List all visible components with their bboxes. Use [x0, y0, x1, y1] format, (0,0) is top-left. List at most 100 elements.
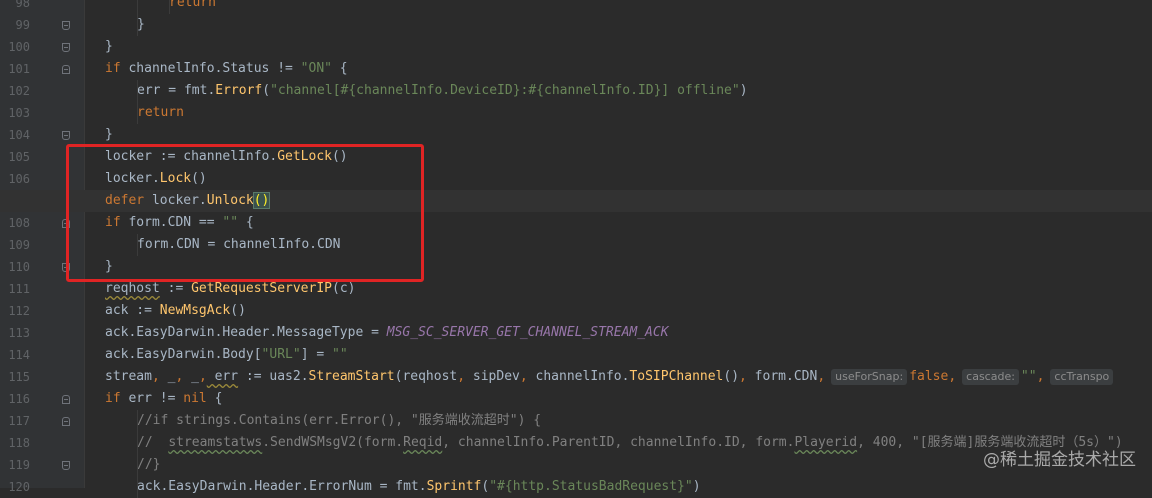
- indent-guide: [137, 102, 138, 124]
- code-token: ,: [151, 369, 160, 384]
- code-line-text: ack.EasyDarwin.Header.MessageType = MSG_…: [105, 322, 669, 344]
- code-token: false: [909, 369, 949, 384]
- code-token: {: [206, 391, 223, 406]
- code-token: ack.EasyDarwin.Body[: [105, 347, 262, 362]
- code-token: "#{http.StatusBadRequest}": [489, 479, 693, 494]
- code-line[interactable]: //}: [0, 454, 1152, 476]
- code-token: ,: [457, 369, 466, 384]
- code-token: "": [332, 347, 348, 362]
- code-line[interactable]: stream, _, _, err := uas2.StreamStart(re…: [0, 366, 1152, 388]
- code-token: (reqhost: [394, 369, 458, 384]
- code-token: :=: [159, 281, 192, 296]
- code-line[interactable]: }: [0, 36, 1152, 58]
- code-token: {: [331, 61, 348, 76]
- indent-guide: [137, 476, 138, 498]
- watermark: @稀土掘金技术社区: [983, 450, 1136, 470]
- code-line-text: ack.EasyDarwin.Body["URL"] = "": [105, 344, 348, 366]
- code-token: sipDev: [465, 369, 520, 384]
- code-token: NewMsgAck: [159, 303, 231, 318]
- indent-guide: [137, 80, 138, 102]
- code-line-text: err = fmt.Errorf("channel[#{channelInfo.…: [137, 80, 748, 102]
- code-line[interactable]: ack.EasyDarwin.Body["URL"] = "": [0, 344, 1152, 366]
- code-token: (: [262, 83, 271, 98]
- code-token: Playerid: [794, 435, 858, 450]
- code-line[interactable]: ack := NewMsgAck(): [0, 300, 1152, 322]
- code-token: err = fmt.: [137, 83, 216, 98]
- code-token: ): [692, 479, 701, 494]
- code-token: , channelInfo.ParentID, channelInfo.ID, …: [442, 435, 795, 450]
- code-token: MSG_SC_SERVER_GET_CHANNEL_STREAM_ACK: [386, 325, 669, 340]
- code-token: _: [159, 369, 176, 384]
- code-line-text: }: [105, 124, 113, 146]
- code-token: Errorf: [215, 83, 263, 98]
- code-token: if: [105, 391, 121, 406]
- code-line-text: stream, _, _, err := uas2.StreamStart(re…: [105, 366, 1115, 388]
- code-token: return: [137, 105, 184, 120]
- code-line[interactable]: return: [0, 102, 1152, 124]
- indent-guide: [137, 454, 138, 476]
- code-token: := uas2.: [238, 369, 309, 384]
- code-line-text: if channelInfo.Status != "ON" {: [105, 58, 348, 80]
- code-token: ,: [948, 369, 957, 384]
- code-token: Sprintf: [426, 479, 482, 494]
- indent-guide: [137, 432, 138, 454]
- code-line[interactable]: //if strings.Contains(err.Error(), "服务端收…: [0, 410, 1152, 432]
- code-token: ,: [1036, 369, 1045, 384]
- code-line[interactable]: if channelInfo.Status != "ON" {: [0, 58, 1152, 80]
- code-token: (): [230, 303, 246, 318]
- code-line-text: if err != nil {: [105, 388, 222, 410]
- code-token: ,: [739, 369, 747, 384]
- code-line[interactable]: }: [0, 14, 1152, 36]
- code-line-text: }: [105, 36, 113, 58]
- code-token: .SendWSMsgV2(form.: [262, 435, 404, 450]
- code-editor[interactable]: 9899100101102103104105106107108109110111…: [0, 0, 1152, 498]
- code-line-text: // streamstatws.SendWSMsgV2(form.Reqid, …: [137, 432, 1123, 454]
- code-token: reqhost: [105, 281, 160, 296]
- code-token: _: [183, 369, 199, 384]
- code-token: stream: [105, 369, 152, 384]
- code-line-text: ack := NewMsgAck(): [105, 300, 246, 322]
- code-token: //: [137, 435, 169, 450]
- code-token: channelInfo.Status !=: [120, 61, 301, 76]
- code-token: }: [105, 39, 113, 54]
- code-line-text: return: [169, 0, 216, 14]
- code-line[interactable]: }: [0, 124, 1152, 146]
- code-line-text: //}: [137, 454, 160, 476]
- code-token: err !=: [120, 391, 184, 406]
- code-line-text: }: [137, 14, 145, 36]
- code-token: err: [206, 369, 239, 384]
- code-line[interactable]: return: [0, 0, 1152, 14]
- code-token: nil: [183, 391, 207, 406]
- code-token: //if strings.Contains(err.Error(), "服务端收…: [137, 413, 542, 428]
- code-token: ,: [198, 369, 207, 384]
- code-line[interactable]: // streamstatws.SendWSMsgV2(form.Reqid, …: [0, 432, 1152, 454]
- code-token: (): [723, 369, 740, 384]
- parameter-hint: cascade:: [962, 369, 1019, 385]
- code-token: ] =: [300, 347, 332, 362]
- code-token: streamstatws: [168, 435, 263, 450]
- code-token: ack :=: [105, 303, 160, 318]
- code-line[interactable]: ack.EasyDarwin.Header.MessageType = MSG_…: [0, 322, 1152, 344]
- code-line[interactable]: if err != nil {: [0, 388, 1152, 410]
- code-line-text: ack.EasyDarwin.Header.ErrorNum = fmt.Spr…: [137, 476, 701, 498]
- code-token: ,: [519, 369, 528, 384]
- code-token: }: [137, 17, 145, 32]
- code-token: GetRequestServerIP: [191, 281, 332, 296]
- indent-guide: [137, 410, 138, 432]
- code-token: "URL": [261, 347, 301, 362]
- code-token: }: [105, 127, 113, 142]
- highlight-annotation-box: [66, 144, 424, 282]
- code-token: channelInfo.: [527, 369, 630, 384]
- code-line[interactable]: err = fmt.Errorf("channel[#{channelInfo.…: [0, 80, 1152, 102]
- code-token: ack.EasyDarwin.Header.MessageType =: [105, 325, 387, 340]
- indent-guide: [169, 0, 170, 14]
- code-token: ToSIPChannel: [629, 369, 724, 384]
- code-token: form.CDN: [746, 369, 818, 384]
- code-token: "": [1020, 369, 1037, 384]
- code-token: (c): [332, 281, 356, 296]
- code-token: if: [105, 61, 121, 76]
- code-token: "channel[#{channelInfo.DeviceID}:#{chann…: [270, 83, 740, 98]
- code-token: ack.EasyDarwin.Header.ErrorNum = fmt.: [137, 479, 427, 494]
- parameter-hint: ccTranspo: [1050, 369, 1114, 385]
- code-line[interactable]: ack.EasyDarwin.Header.ErrorNum = fmt.Spr…: [0, 476, 1152, 498]
